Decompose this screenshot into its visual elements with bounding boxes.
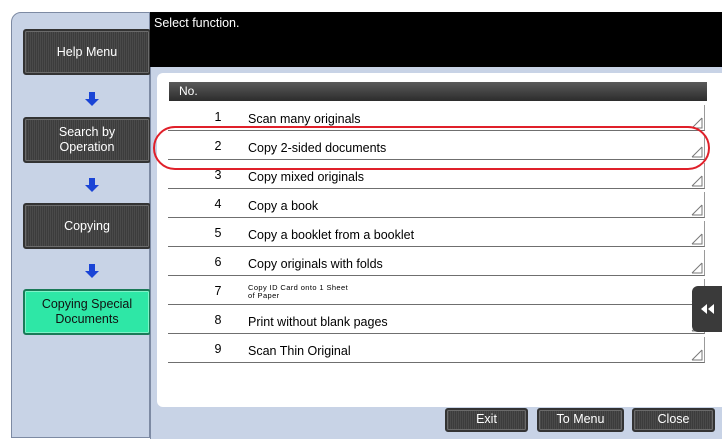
exit-label: Exit — [476, 412, 497, 426]
list-item-label: Copy mixed originals — [248, 170, 365, 184]
to-menu-button[interactable]: To Menu — [537, 408, 624, 432]
list-item-number: 8 — [214, 313, 222, 327]
list-item-label: Copy 2-sided documents — [248, 141, 387, 155]
page-prompt: Select function. — [154, 16, 240, 30]
close-label: Close — [657, 412, 690, 426]
list-item-5[interactable]: 5 Copy a booklet from a booklet — [168, 221, 705, 247]
list-item-label: Scan many originals — [248, 112, 361, 126]
help-menu-button[interactable]: Help Menu — [23, 29, 151, 75]
list-item-2[interactable]: 2 Copy 2-sided documents — [168, 134, 705, 160]
corner-triangle-icon — [691, 175, 703, 187]
corner-triangle-icon — [691, 262, 703, 274]
copying-special-documents-button[interactable]: Copying Special Documents — [23, 289, 151, 335]
list-item-7[interactable]: 7 Copy ID Card onto 1 Sheet of Paper — [168, 279, 705, 305]
copying-button[interactable]: Copying — [23, 203, 151, 249]
corner-triangle-icon — [691, 146, 703, 158]
list-item-label: Scan Thin Original — [248, 344, 351, 358]
list-item-8[interactable]: 8 Print without blank pages — [168, 308, 705, 334]
list-item-number: 4 — [214, 197, 222, 211]
list-item-number: 2 — [214, 139, 222, 153]
copying-label: Copying — [64, 218, 110, 233]
list-item-number: 7 — [214, 284, 222, 298]
list-column-header: No. — [169, 82, 707, 101]
list-item-number: 3 — [214, 168, 222, 182]
header-bar: Select function. — [150, 12, 722, 67]
list-item-1[interactable]: 1 Scan many originals — [168, 105, 705, 131]
search-by-operation-label: Search by Operation — [58, 125, 116, 154]
list-item-number: 6 — [214, 255, 222, 269]
column-header-no: No. — [179, 84, 198, 98]
nav-panel: Help Menu Search by Operation Copying Co… — [11, 12, 151, 438]
exit-button[interactable]: Exit — [445, 408, 528, 432]
arrow-down-icon — [85, 178, 99, 192]
list-item-label: Print without blank pages — [248, 315, 388, 329]
list-item-label: Copy a book — [248, 199, 319, 213]
list-item-number: 5 — [214, 226, 222, 240]
to-menu-label: To Menu — [556, 412, 605, 426]
list-item-3[interactable]: 3 Copy mixed originals — [168, 163, 705, 189]
corner-triangle-icon — [691, 117, 703, 129]
list-item-4[interactable]: 4 Copy a book — [168, 192, 705, 218]
double-chevron-left-icon — [701, 304, 714, 314]
arrow-down-icon — [85, 92, 99, 106]
copying-special-documents-label: Copying Special Documents — [41, 297, 133, 326]
search-by-operation-button[interactable]: Search by Operation — [23, 117, 151, 163]
help-menu-label: Help Menu — [56, 44, 118, 59]
list-item-label: Copy ID Card onto 1 Sheet of Paper — [248, 283, 349, 300]
list-item-label: Copy a booklet from a booklet — [248, 228, 415, 242]
corner-triangle-icon — [691, 233, 703, 245]
arrow-down-icon — [85, 264, 99, 278]
list-item-number: 1 — [214, 110, 222, 124]
list-item-label: Copy originals with folds — [248, 257, 383, 271]
list-item-9[interactable]: 9 Scan Thin Original — [168, 337, 705, 363]
corner-triangle-icon — [691, 204, 703, 216]
corner-triangle-icon — [691, 349, 703, 361]
close-button[interactable]: Close — [632, 408, 715, 432]
list-item-6[interactable]: 6 Copy originals with folds — [168, 250, 705, 276]
side-panel-tab[interactable] — [692, 286, 722, 332]
list-item-number: 9 — [214, 342, 222, 356]
